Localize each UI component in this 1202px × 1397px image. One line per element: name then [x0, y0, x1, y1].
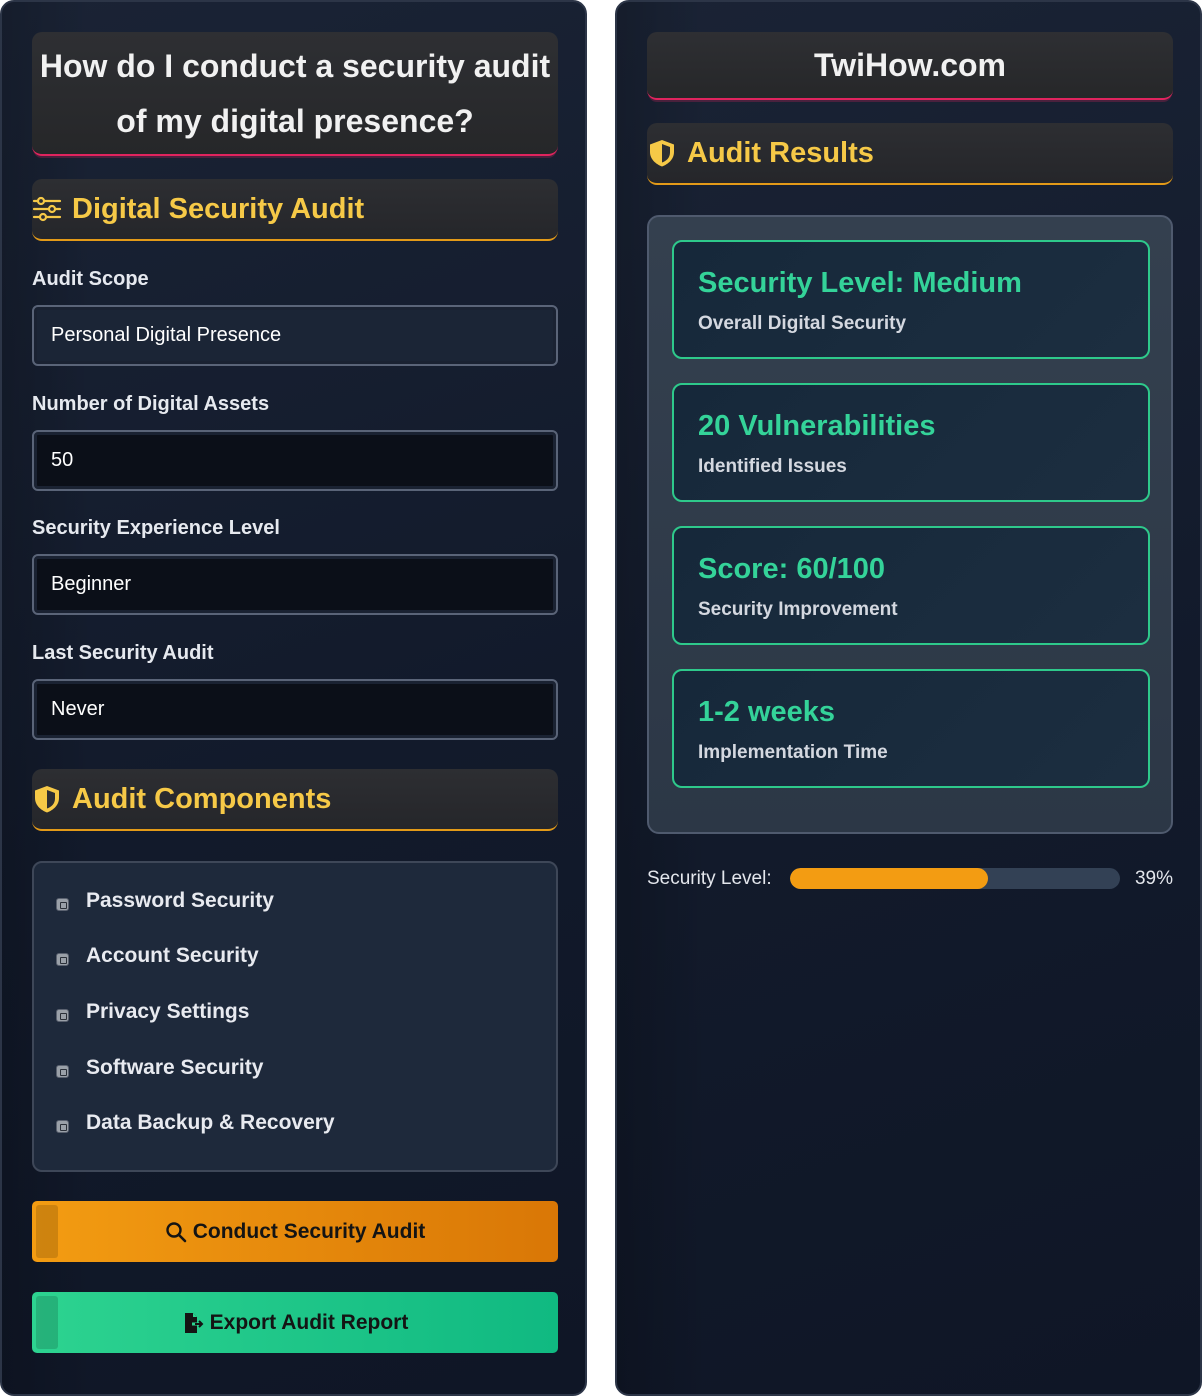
sliders-icon	[32, 194, 62, 224]
experience-level-label: Security Experience Level	[32, 517, 280, 539]
result-subtitle: Security Improvement	[698, 599, 898, 620]
shield-icon	[647, 138, 677, 168]
component-checkbox-software[interactable]: Software Security	[56, 1056, 263, 1080]
audit-scope-select[interactable]: Personal Digital Presence	[32, 305, 558, 366]
page-title: How do I conduct a security audit of my …	[32, 32, 558, 156]
component-checkbox-backup[interactable]: Data Backup & Recovery	[56, 1111, 335, 1135]
search-icon	[165, 1221, 187, 1243]
result-title: 20 Vulnerabilities	[698, 410, 936, 442]
section-title: Audit Components	[72, 782, 332, 815]
progress-label: Security Level:	[647, 868, 772, 889]
result-card-implementation-time: 1-2 weeks Implementation Time	[672, 669, 1150, 788]
component-checkbox-password[interactable]: Password Security	[56, 889, 274, 913]
component-label: Data Backup & Recovery	[86, 1111, 335, 1134]
site-title: TwiHow.com	[647, 32, 1173, 100]
results-container: Security Level: Medium Overall Digital S…	[647, 215, 1173, 834]
section-header-audit-results: Audit Results	[647, 123, 1173, 185]
audit-results-panel: TwiHow.com Audit Results Security Level:…	[615, 0, 1202, 1396]
checkbox[interactable]	[56, 1119, 69, 1133]
file-export-icon	[182, 1312, 204, 1334]
section-title: Digital Security Audit	[72, 192, 365, 225]
digital-assets-label: Number of Digital Assets	[32, 393, 270, 415]
progress-value: 39%	[1134, 868, 1173, 889]
checkbox[interactable]	[56, 897, 69, 911]
checkbox[interactable]	[56, 1064, 69, 1078]
audit-scope-label: Audit Scope	[32, 268, 149, 290]
section-header-digital-security-audit: Digital Security Audit	[32, 179, 558, 241]
section-header-audit-components: Audit Components	[32, 769, 558, 831]
export-report-button[interactable]: Export Audit Report	[32, 1292, 558, 1353]
progress-track	[790, 868, 1120, 889]
button-label: Conduct Security Audit	[192, 1219, 426, 1243]
result-card-score: Score: 60/100 Security Improvement	[672, 526, 1150, 645]
component-label: Password Security	[86, 889, 274, 912]
progress-fill	[790, 868, 988, 889]
last-audit-label: Last Security Audit	[32, 642, 214, 664]
section-title: Audit Results	[687, 136, 874, 169]
component-label: Account Security	[86, 944, 259, 967]
result-card-security-level: Security Level: Medium Overall Digital S…	[672, 240, 1150, 359]
security-level-progress: Security Level: 39%	[647, 864, 1173, 894]
component-checkbox-privacy[interactable]: Privacy Settings	[56, 1000, 249, 1024]
result-card-vulnerabilities: 20 Vulnerabilities Identified Issues	[672, 383, 1150, 502]
conduct-audit-button[interactable]: Conduct Security Audit	[32, 1201, 558, 1262]
result-title: Score: 60/100	[698, 553, 886, 585]
result-title: 1-2 weeks	[698, 696, 836, 728]
checkbox[interactable]	[56, 952, 69, 966]
component-label: Privacy Settings	[86, 1000, 250, 1023]
last-audit-select[interactable]: Never	[32, 679, 558, 740]
checkbox[interactable]	[56, 1008, 69, 1022]
result-subtitle: Implementation Time	[698, 742, 888, 763]
digital-assets-input[interactable]: 50	[32, 430, 558, 491]
shield-icon	[32, 784, 62, 814]
result-subtitle: Identified Issues	[698, 456, 847, 477]
result-subtitle: Overall Digital Security	[698, 313, 907, 334]
result-title: Security Level: Medium	[698, 267, 1022, 299]
component-checkbox-account[interactable]: Account Security	[56, 944, 259, 968]
components-list: Password Security Account Security Priva…	[32, 861, 558, 1172]
button-label: Export Audit Report	[209, 1310, 409, 1334]
audit-form-panel: How do I conduct a security audit of my …	[0, 0, 587, 1396]
component-label: Software Security	[86, 1056, 264, 1079]
experience-level-select[interactable]: Beginner	[32, 554, 558, 615]
